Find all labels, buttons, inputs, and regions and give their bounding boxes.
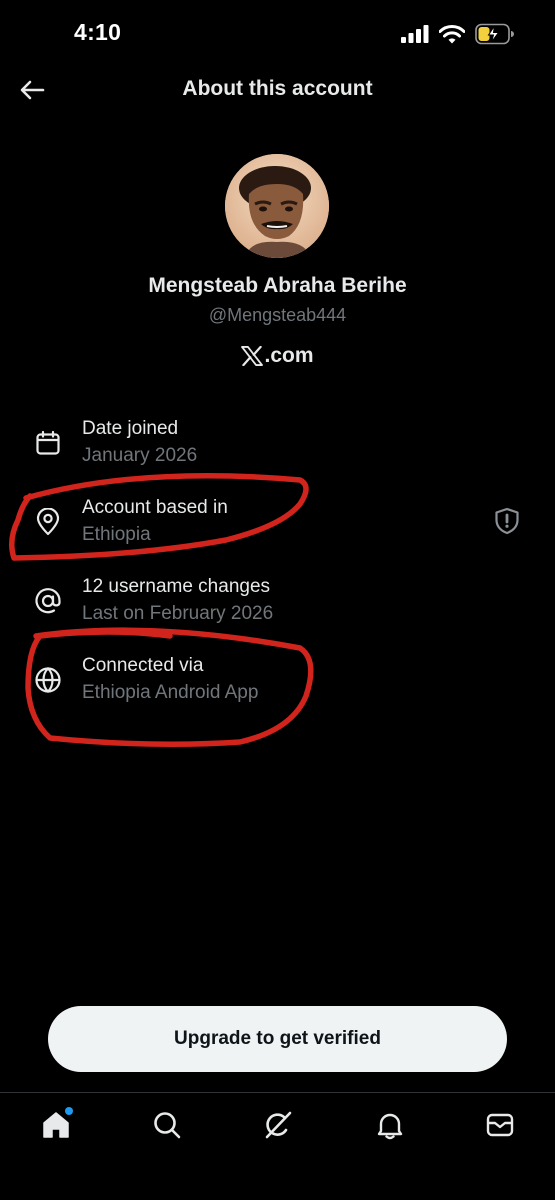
at-sign-icon xyxy=(33,586,63,616)
info-value: January 2026 xyxy=(82,445,198,466)
status-icons xyxy=(401,20,515,48)
info-row-connected-via: Connected via Ethiopia Android App xyxy=(0,649,555,728)
info-label: Date joined xyxy=(82,418,179,439)
notification-dot xyxy=(65,1107,73,1115)
account-info-list: Date joined January 2026 Account based i… xyxy=(0,412,555,728)
info-value: Last on February 2026 xyxy=(82,603,274,624)
calendar-icon xyxy=(33,428,63,458)
shield-alert-icon xyxy=(495,507,519,535)
mail-icon xyxy=(486,1113,514,1137)
profile-name: Mengsteab Abraha Berihe xyxy=(148,274,407,297)
tab-grok[interactable] xyxy=(260,1107,296,1143)
x-logo-icon xyxy=(241,346,264,366)
platform-label: .com xyxy=(264,344,314,367)
cellular-signal-icon xyxy=(401,25,429,43)
info-label: Connected via xyxy=(82,655,204,676)
tab-home[interactable] xyxy=(38,1107,74,1143)
platform-row: .com xyxy=(0,344,555,368)
avatar[interactable] xyxy=(225,154,329,258)
upgrade-verified-button[interactable]: Upgrade to get verified xyxy=(48,1006,507,1072)
bell-icon xyxy=(377,1113,403,1140)
top-header: About this account xyxy=(0,66,555,116)
tab-search[interactable] xyxy=(149,1107,185,1143)
info-row-date-joined: Date joined January 2026 xyxy=(0,412,555,491)
bottom-tab-bar xyxy=(0,1093,555,1157)
info-row-username-changes: 12 username changes Last on February 202… xyxy=(0,570,555,649)
home-indicator xyxy=(209,1183,347,1188)
search-icon xyxy=(154,1112,181,1139)
status-bar: 4:10 xyxy=(0,0,555,66)
grok-icon xyxy=(265,1111,292,1139)
avatar-portrait-image xyxy=(225,154,329,258)
page-title: About this account xyxy=(182,77,373,100)
info-value: Ethiopia Android App xyxy=(82,682,259,703)
info-row-account-based-in: Account based in Ethiopia xyxy=(0,491,555,570)
location-pin-icon xyxy=(33,507,63,537)
info-value: Ethiopia xyxy=(82,524,151,545)
tab-notifications[interactable] xyxy=(372,1107,408,1143)
tab-messages[interactable] xyxy=(482,1107,518,1143)
battery-charging-icon xyxy=(475,23,514,45)
globe-icon xyxy=(33,665,63,695)
status-time: 4:10 xyxy=(74,19,122,45)
info-label: Account based in xyxy=(82,497,228,518)
shield-alert-button[interactable] xyxy=(493,506,521,536)
info-label: 12 username changes xyxy=(82,576,271,597)
profile-handle: @Mengsteab444 xyxy=(208,305,347,325)
wifi-icon xyxy=(439,24,465,43)
